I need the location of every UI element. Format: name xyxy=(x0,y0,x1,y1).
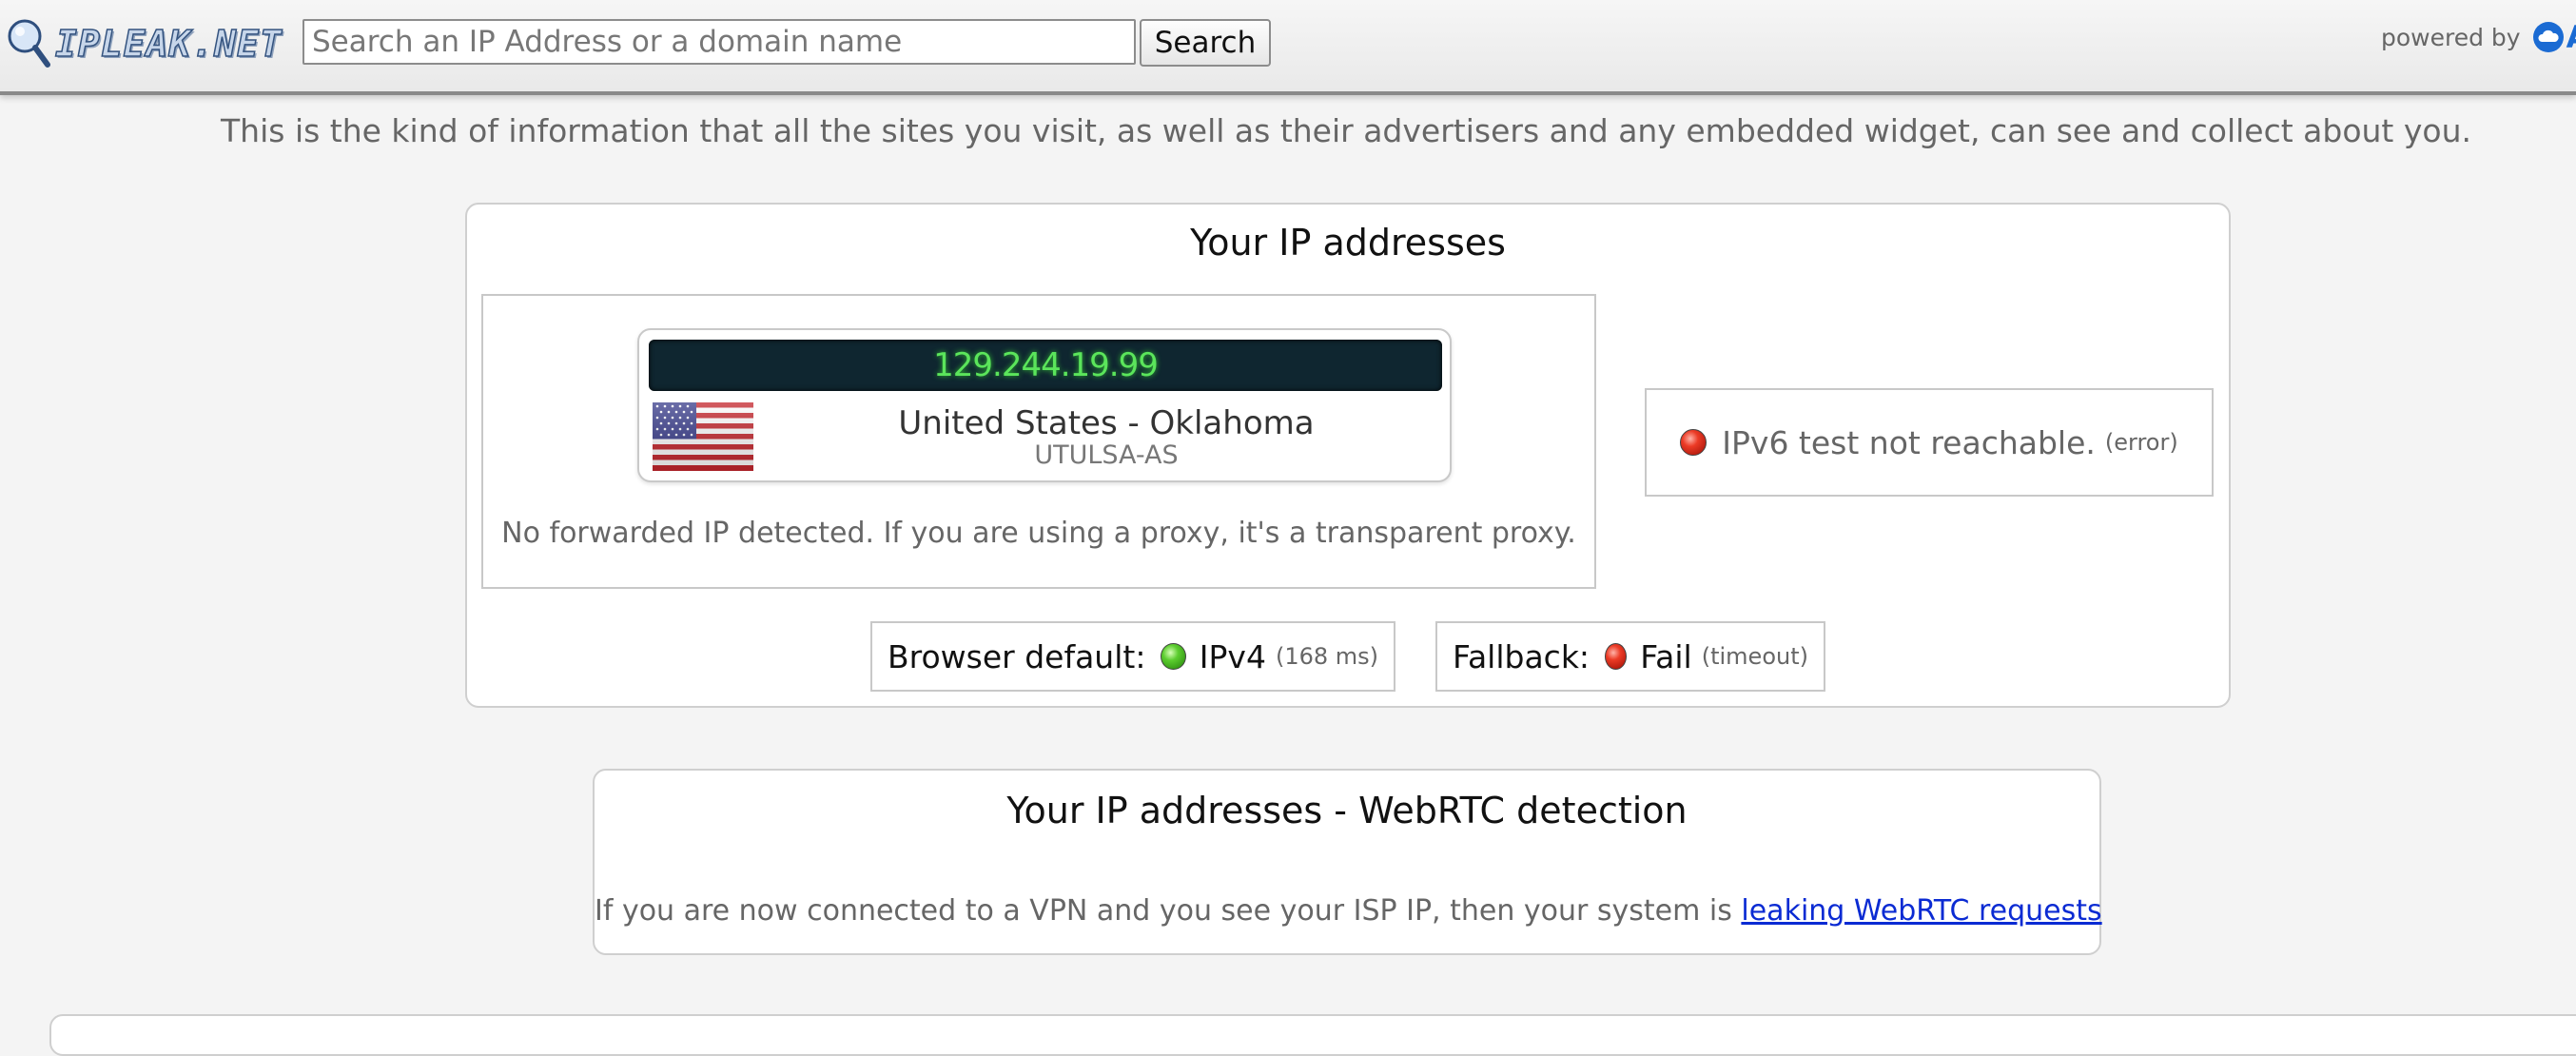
ip-location: United States - Oklahoma xyxy=(898,404,1315,442)
fallback-value: Fail xyxy=(1640,637,1692,675)
ipv6-detail: (error) xyxy=(2104,429,2178,456)
fallback-red-dot-icon xyxy=(1605,643,1628,670)
next-section-panel xyxy=(49,1014,2576,1056)
webrtc-panel: Your IP addresses - WebRTC detection If … xyxy=(593,769,2102,955)
powered-by[interactable]: powered by A xyxy=(2381,19,2576,55)
us-flag-icon xyxy=(653,402,753,471)
browser-default-detail: (168 ms) xyxy=(1275,643,1378,670)
magnifier-logo-icon xyxy=(8,19,50,68)
ip-card: 129.244.19.99 United States - Oklahoma U… xyxy=(637,328,1452,482)
logo-text: IPLEAK.NET xyxy=(54,22,283,66)
intro-text: This is the kind of information that all… xyxy=(221,112,2471,149)
ip-address-display: 129.244.19.99 xyxy=(649,340,1442,391)
powered-by-brand: A xyxy=(2566,19,2576,55)
cloud-icon xyxy=(2532,22,2564,52)
ipv6-status-red-dot-icon xyxy=(1680,429,1708,456)
fallback-box: Fallback: Fail (timeout) xyxy=(1435,621,1825,692)
site-logo[interactable]: IPLEAK.NET xyxy=(6,17,283,70)
ip-addresses-panel: Your IP addresses 129.244.19.99 United S… xyxy=(465,203,2231,708)
browser-default-box: Browser default: IPv4 (168 ms) xyxy=(870,621,1395,692)
webrtc-leak-link[interactable]: leaking WebRTC requests xyxy=(1741,894,2101,928)
search-input[interactable] xyxy=(302,19,1136,65)
forwarded-ip-note: No forwarded IP detected. If you are usi… xyxy=(501,517,1576,550)
ipv6-message: IPv6 test not reachable. xyxy=(1722,423,2096,461)
powered-by-label: powered by xyxy=(2381,23,2521,51)
browser-default-label: Browser default: xyxy=(888,637,1146,675)
browser-default-value: IPv4 xyxy=(1199,637,1266,675)
webrtc-note: If you are now connected to a VPN and yo… xyxy=(595,894,2102,928)
webrtc-note-text: If you are now connected to a VPN and yo… xyxy=(595,894,1742,928)
top-bar: IPLEAK.NET Search powered by A xyxy=(0,0,2576,95)
search-button[interactable]: Search xyxy=(1140,19,1271,67)
browser-default-green-dot-icon xyxy=(1161,643,1186,670)
fallback-detail: (timeout) xyxy=(1701,643,1808,670)
ipv6-box: IPv6 test not reachable. (error) xyxy=(1645,388,2214,497)
panel-title: Your IP addresses xyxy=(1190,222,1506,264)
webrtc-panel-title: Your IP addresses - WebRTC detection xyxy=(1006,790,1688,831)
ip-asn: UTULSA-AS xyxy=(1034,440,1179,470)
fallback-label: Fallback: xyxy=(1453,637,1590,675)
ipv4-box: 129.244.19.99 United States - Oklahoma U… xyxy=(481,294,1596,589)
